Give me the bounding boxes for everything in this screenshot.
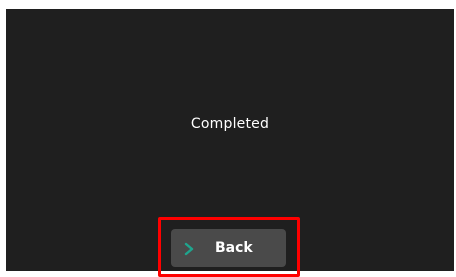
completed-message: Completed (190, 116, 270, 132)
chevron-right-icon (183, 241, 195, 256)
back-button-label: Back (215, 240, 253, 256)
back-button[interactable]: Back (171, 229, 286, 267)
